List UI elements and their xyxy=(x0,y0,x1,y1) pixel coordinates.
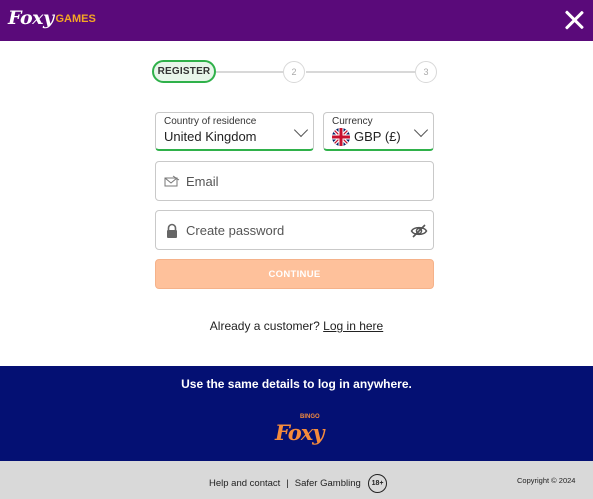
chevron-down-icon xyxy=(293,122,309,138)
app-header: Foxy GAMES xyxy=(0,0,593,41)
email-field xyxy=(155,161,434,201)
chevron-down-icon xyxy=(413,122,429,138)
logo-foxy-text: Foxy xyxy=(8,7,54,29)
password-field xyxy=(155,210,434,250)
step-3: 3 xyxy=(415,61,437,83)
logo-games-text: GAMES xyxy=(55,13,96,25)
step-connector xyxy=(216,71,286,73)
registration-stepper: REGISTER 2 3 xyxy=(152,60,440,84)
info-banner: Use the same details to log in anywhere.… xyxy=(0,366,593,461)
help-contact-link[interactable]: Help and contact xyxy=(209,478,280,489)
email-input[interactable] xyxy=(186,162,406,200)
continue-button[interactable]: CONTINUE xyxy=(155,259,434,289)
country-label: Country of residence xyxy=(164,116,257,127)
currency-label: Currency xyxy=(332,116,373,127)
eye-off-icon[interactable] xyxy=(410,222,428,240)
uk-flag-icon xyxy=(332,128,350,146)
login-link[interactable]: Log in here xyxy=(323,319,383,333)
age-18-badge: 18+ xyxy=(368,474,387,493)
copyright-text: Copyright © 2024 xyxy=(517,476,576,485)
close-icon[interactable] xyxy=(560,6,588,34)
login-prompt-text: Already a customer? xyxy=(209,319,324,333)
country-value: United Kingdom xyxy=(164,129,257,144)
step-connector xyxy=(306,71,416,73)
currency-value: GBP (£) xyxy=(354,129,401,144)
lock-icon xyxy=(164,223,180,239)
logo-foxy-text: Foxy xyxy=(275,420,324,445)
step-2: 2 xyxy=(283,61,305,83)
foxy-games-logo[interactable]: Foxy GAMES xyxy=(8,7,96,33)
step-register: REGISTER xyxy=(152,60,216,83)
foxy-bingo-logo: BINGO Foxy xyxy=(272,410,324,450)
banner-text: Use the same details to log in anywhere. xyxy=(181,377,412,391)
page-footer: Help and contact | Safer Gambling 18+ Co… xyxy=(0,461,593,499)
login-prompt: Already a customer? Log in here xyxy=(0,319,593,333)
email-icon xyxy=(164,174,180,190)
country-select[interactable]: Country of residence United Kingdom xyxy=(155,112,314,151)
password-input[interactable] xyxy=(186,211,406,249)
footer-links: Help and contact | Safer Gambling xyxy=(209,478,361,489)
currency-select[interactable]: Currency GBP (£) xyxy=(323,112,434,151)
safer-gambling-link[interactable]: Safer Gambling xyxy=(295,478,361,489)
footer-separator: | xyxy=(286,478,289,489)
